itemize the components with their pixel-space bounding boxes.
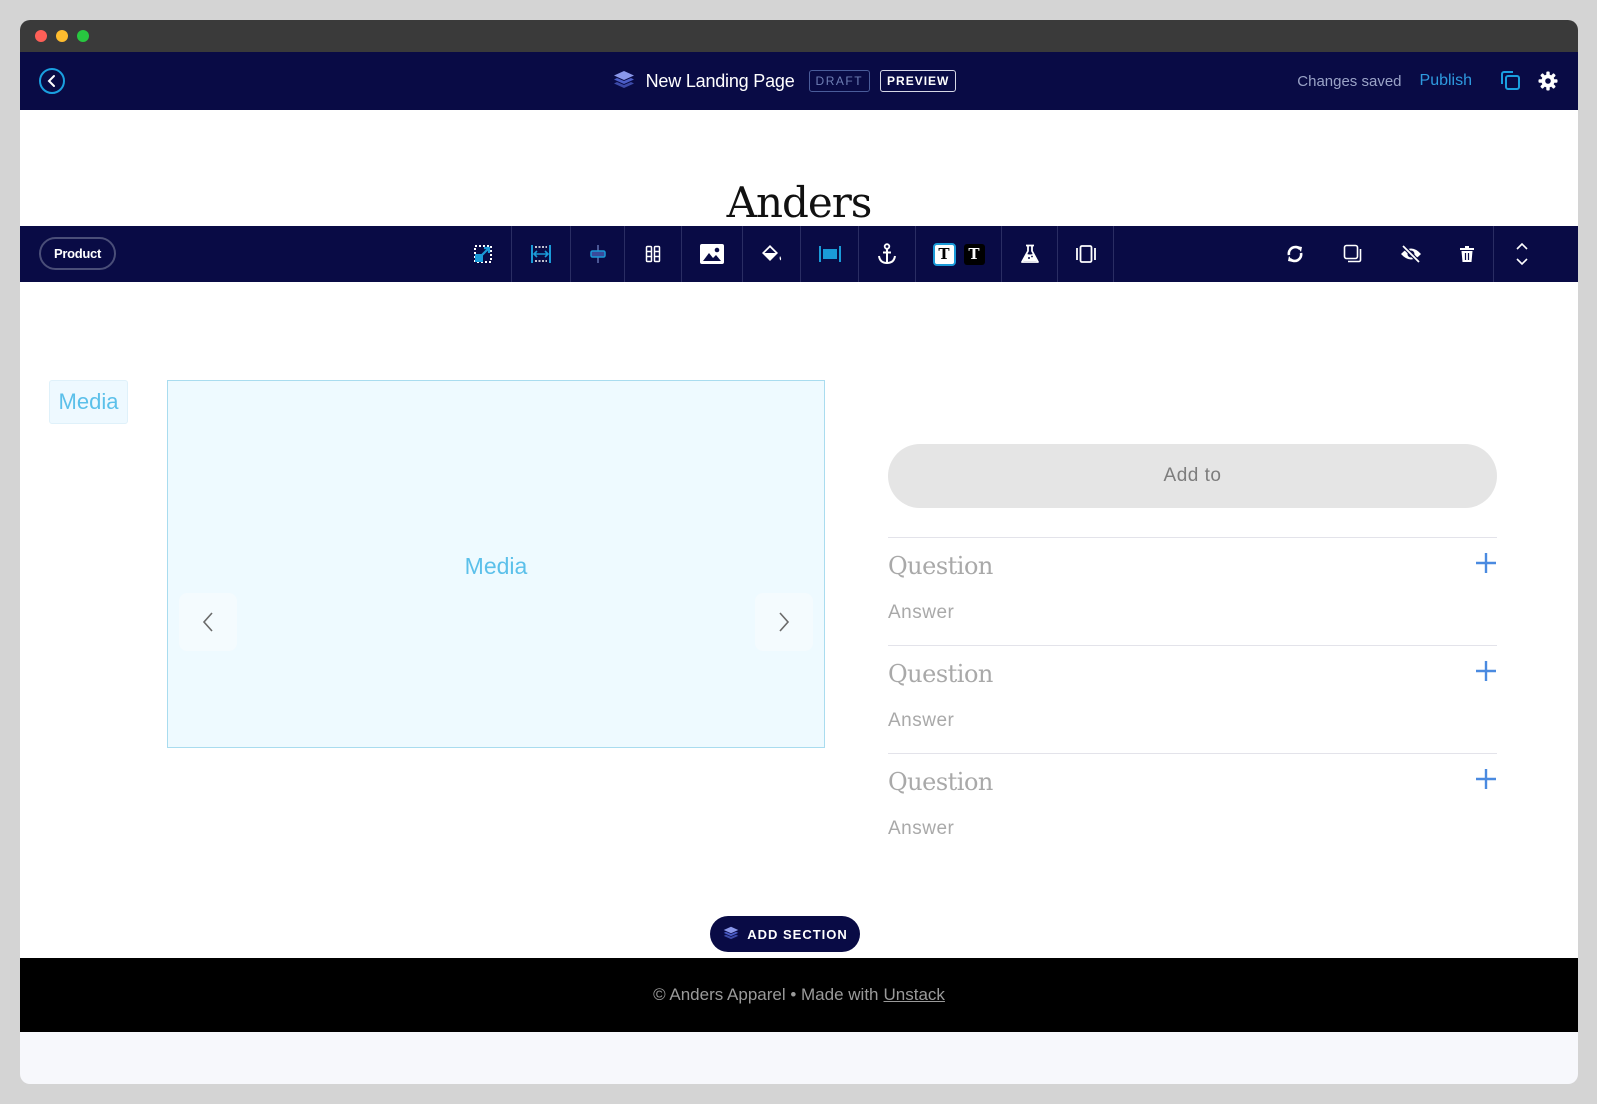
add-section-label: ADD SECTION <box>747 926 848 942</box>
trash-icon <box>1459 246 1474 262</box>
footer-link[interactable]: Unstack <box>884 985 945 1005</box>
add-section-button[interactable]: ADD SECTION <box>710 916 860 952</box>
action-hide[interactable] <box>1382 226 1440 282</box>
settings-button[interactable] <box>1538 71 1558 91</box>
refresh-icon <box>1287 245 1303 263</box>
layers-icon <box>723 926 739 940</box>
section-toolbar: Product T T <box>20 226 1578 282</box>
text-light-icon[interactable]: T <box>932 242 956 266</box>
plus-icon[interactable] <box>1475 660 1497 682</box>
duplicate-icon <box>1343 244 1362 263</box>
add-to-cart-button[interactable]: Add to <box>888 444 1497 508</box>
chevron-up-icon[interactable] <box>1515 242 1529 251</box>
media-carousel[interactable]: Media <box>167 380 825 748</box>
window-titlebar <box>20 20 1578 52</box>
action-refresh[interactable] <box>1266 226 1324 282</box>
width-icon <box>531 245 551 263</box>
chevron-right-icon <box>779 612 790 632</box>
section-type-button[interactable]: Product <box>39 237 117 270</box>
full-width-icon <box>818 246 841 262</box>
tool-resize[interactable] <box>454 226 512 282</box>
chevron-left-icon <box>202 612 213 632</box>
columns-icon <box>645 245 661 263</box>
page-title[interactable]: New Landing Page <box>646 71 795 92</box>
carousel-icon <box>1075 245 1096 263</box>
tool-full-width[interactable] <box>801 226 859 282</box>
faq-answer: Answer <box>888 710 955 731</box>
flask-icon <box>1020 244 1039 263</box>
window-minimize-button[interactable] <box>56 30 68 42</box>
tool-background-image[interactable] <box>682 226 743 282</box>
window-close-button[interactable] <box>35 30 47 42</box>
media-tag[interactable]: Media <box>49 380 128 424</box>
chevron-down-icon[interactable] <box>1515 257 1529 266</box>
faq-item[interactable]: Question Answer <box>888 645 1497 753</box>
app-window: New Landing Page DRAFT PREVIEW Changes s… <box>20 20 1578 1084</box>
page-footer: © Anders Apparel • Made with Unstack <box>20 958 1578 1032</box>
publish-button[interactable]: Publish <box>1420 72 1472 90</box>
anchor-icon <box>878 243 896 265</box>
duplicate-icon <box>1501 71 1520 90</box>
faq-item[interactable]: Question Answer <box>888 537 1497 645</box>
carousel-prev-button[interactable] <box>179 593 237 651</box>
footer-text: © Anders Apparel • Made with <box>653 985 879 1004</box>
duplicate-page-button[interactable] <box>1498 70 1522 92</box>
tool-background-color[interactable] <box>743 226 801 282</box>
tool-columns[interactable] <box>625 226 682 282</box>
media-placeholder: Media <box>464 553 528 579</box>
faq-question: Question <box>888 552 993 580</box>
window-maximize-button[interactable] <box>77 30 89 42</box>
image-icon <box>700 244 724 264</box>
paint-bucket-icon <box>761 245 781 261</box>
faq-item[interactable]: Question Answer <box>888 753 1497 861</box>
carousel-next-button[interactable] <box>755 593 813 651</box>
faq-question: Question <box>888 768 993 796</box>
section-actions <box>1266 226 1550 282</box>
layers-icon <box>613 71 634 88</box>
faq-answer: Answer <box>888 818 955 839</box>
faq-question: Question <box>888 660 993 688</box>
page-canvas: Anders Product T T Media Media Add to Qu… <box>20 110 1578 1032</box>
text-dark-icon[interactable]: T <box>963 243 985 265</box>
tool-anchor[interactable] <box>859 226 916 282</box>
action-delete[interactable] <box>1440 226 1494 282</box>
reorder-controls <box>1494 226 1550 282</box>
tool-text-color[interactable]: T T <box>916 226 1002 282</box>
brand-logo[interactable]: Anders <box>20 178 1578 227</box>
hide-icon <box>1401 245 1421 263</box>
editor-header: New Landing Page DRAFT PREVIEW Changes s… <box>20 52 1578 110</box>
section-tools: T T <box>454 226 1114 282</box>
plus-icon[interactable] <box>1475 768 1497 790</box>
gear-icon <box>1538 71 1558 91</box>
status-badge: DRAFT <box>808 70 871 92</box>
action-duplicate[interactable] <box>1324 226 1382 282</box>
faq-answer: Answer <box>888 602 955 623</box>
header-actions: Changes saved Publish <box>1297 52 1558 110</box>
preview-button[interactable]: PREVIEW <box>880 70 957 92</box>
plus-icon[interactable] <box>1475 552 1497 574</box>
tool-experiment[interactable] <box>1002 226 1058 282</box>
save-status: Changes saved <box>1297 72 1402 90</box>
tool-alignment[interactable] <box>571 226 625 282</box>
tool-width[interactable] <box>512 226 571 282</box>
vertical-align-icon <box>589 245 606 263</box>
resize-icon <box>473 245 492 263</box>
tool-layout[interactable] <box>1058 226 1114 282</box>
